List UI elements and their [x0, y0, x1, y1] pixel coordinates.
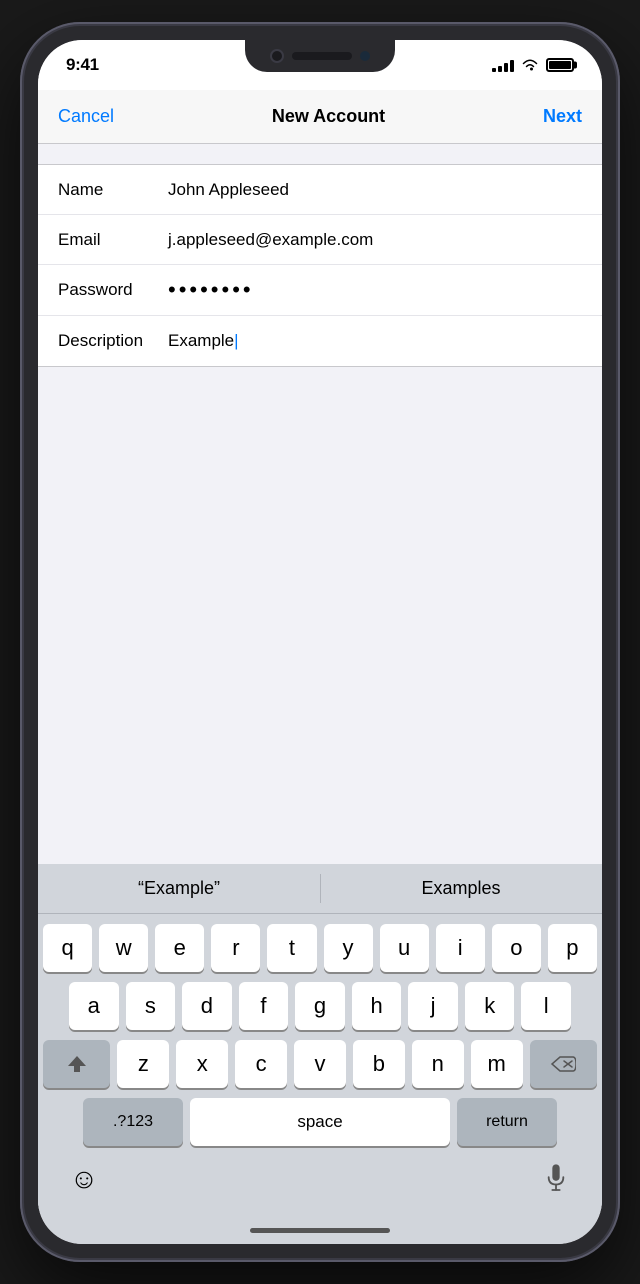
key-r[interactable]: r [211, 924, 260, 972]
email-row: Email j.appleseed@example.com [38, 215, 602, 265]
key-m[interactable]: m [471, 1040, 523, 1088]
key-x[interactable]: x [176, 1040, 228, 1088]
name-field[interactable]: John Appleseed [168, 180, 582, 200]
cancel-button[interactable]: Cancel [58, 106, 114, 127]
key-t[interactable]: t [267, 924, 316, 972]
key-row-4: .?123 space return [43, 1098, 597, 1146]
keyboard-rows: q w e r t y u i o p a s d f g [38, 914, 602, 1150]
delete-key[interactable] [530, 1040, 597, 1088]
phone-frame: 9:41 [20, 22, 620, 1262]
form-spacer [38, 144, 602, 164]
key-row-3: z x c v b n m [43, 1040, 597, 1088]
autocomplete-bar: “Example” Examples [38, 864, 602, 914]
key-e[interactable]: e [155, 924, 204, 972]
numbers-key[interactable]: .?123 [83, 1098, 183, 1146]
key-l[interactable]: l [521, 982, 571, 1030]
emoji-icon: ☺ [70, 1163, 99, 1195]
camera [270, 49, 284, 63]
key-p[interactable]: p [548, 924, 597, 972]
key-y[interactable]: y [324, 924, 373, 972]
key-o[interactable]: o [492, 924, 541, 972]
key-a[interactable]: a [69, 982, 119, 1030]
screen: 9:41 [38, 40, 602, 1244]
autocomplete-item-0[interactable]: “Example” [38, 864, 320, 913]
home-indicator [38, 1216, 602, 1244]
face-id-dot [360, 51, 370, 61]
email-label: Email [58, 230, 168, 250]
status-icons [492, 58, 574, 72]
description-field[interactable]: Example [168, 331, 582, 351]
key-s[interactable]: s [126, 982, 176, 1030]
nav-bar: Cancel New Account Next [38, 90, 602, 144]
key-i[interactable]: i [436, 924, 485, 972]
shift-key[interactable] [43, 1040, 110, 1088]
next-button[interactable]: Next [543, 106, 582, 127]
key-z[interactable]: z [117, 1040, 169, 1088]
mic-icon [545, 1164, 567, 1194]
key-row-1: q w e r t y u i o p [43, 924, 597, 972]
return-key[interactable]: return [457, 1098, 557, 1146]
battery-icon [546, 58, 574, 72]
key-w[interactable]: w [99, 924, 148, 972]
key-h[interactable]: h [352, 982, 402, 1030]
emoji-button[interactable]: ☺ [66, 1161, 102, 1197]
name-row: Name John Appleseed [38, 165, 602, 215]
description-row: Description Example [38, 316, 602, 366]
password-label: Password [58, 280, 168, 300]
status-time: 9:41 [66, 55, 99, 75]
content-area [38, 367, 602, 864]
key-j[interactable]: j [408, 982, 458, 1030]
key-v[interactable]: v [294, 1040, 346, 1088]
signal-icon [492, 58, 514, 72]
email-field[interactable]: j.appleseed@example.com [168, 230, 582, 250]
password-row: Password •••••••• [38, 265, 602, 316]
space-key[interactable]: space [190, 1098, 450, 1146]
speaker [292, 52, 352, 60]
page-title: New Account [272, 106, 385, 127]
key-u[interactable]: u [380, 924, 429, 972]
key-f[interactable]: f [239, 982, 289, 1030]
key-g[interactable]: g [295, 982, 345, 1030]
delete-icon [550, 1054, 576, 1074]
notch [245, 40, 395, 72]
key-q[interactable]: q [43, 924, 92, 972]
autocomplete-item-1[interactable]: Examples [320, 864, 602, 913]
password-field[interactable]: •••••••• [168, 277, 582, 303]
wifi-icon [521, 58, 539, 72]
description-label: Description [58, 331, 168, 351]
key-d[interactable]: d [182, 982, 232, 1030]
key-b[interactable]: b [353, 1040, 405, 1088]
home-bar [250, 1228, 390, 1233]
key-c[interactable]: c [235, 1040, 287, 1088]
shift-icon [66, 1054, 88, 1074]
keyboard: “Example” Examples q w e r t y u i [38, 864, 602, 1216]
key-k[interactable]: k [465, 982, 515, 1030]
name-label: Name [58, 180, 168, 200]
keyboard-bottom-bar: ☺ [38, 1150, 602, 1208]
mic-button[interactable] [538, 1161, 574, 1197]
form-group: Name John Appleseed Email j.appleseed@ex… [38, 164, 602, 367]
key-n[interactable]: n [412, 1040, 464, 1088]
key-row-2: a s d f g h j k l [43, 982, 597, 1030]
